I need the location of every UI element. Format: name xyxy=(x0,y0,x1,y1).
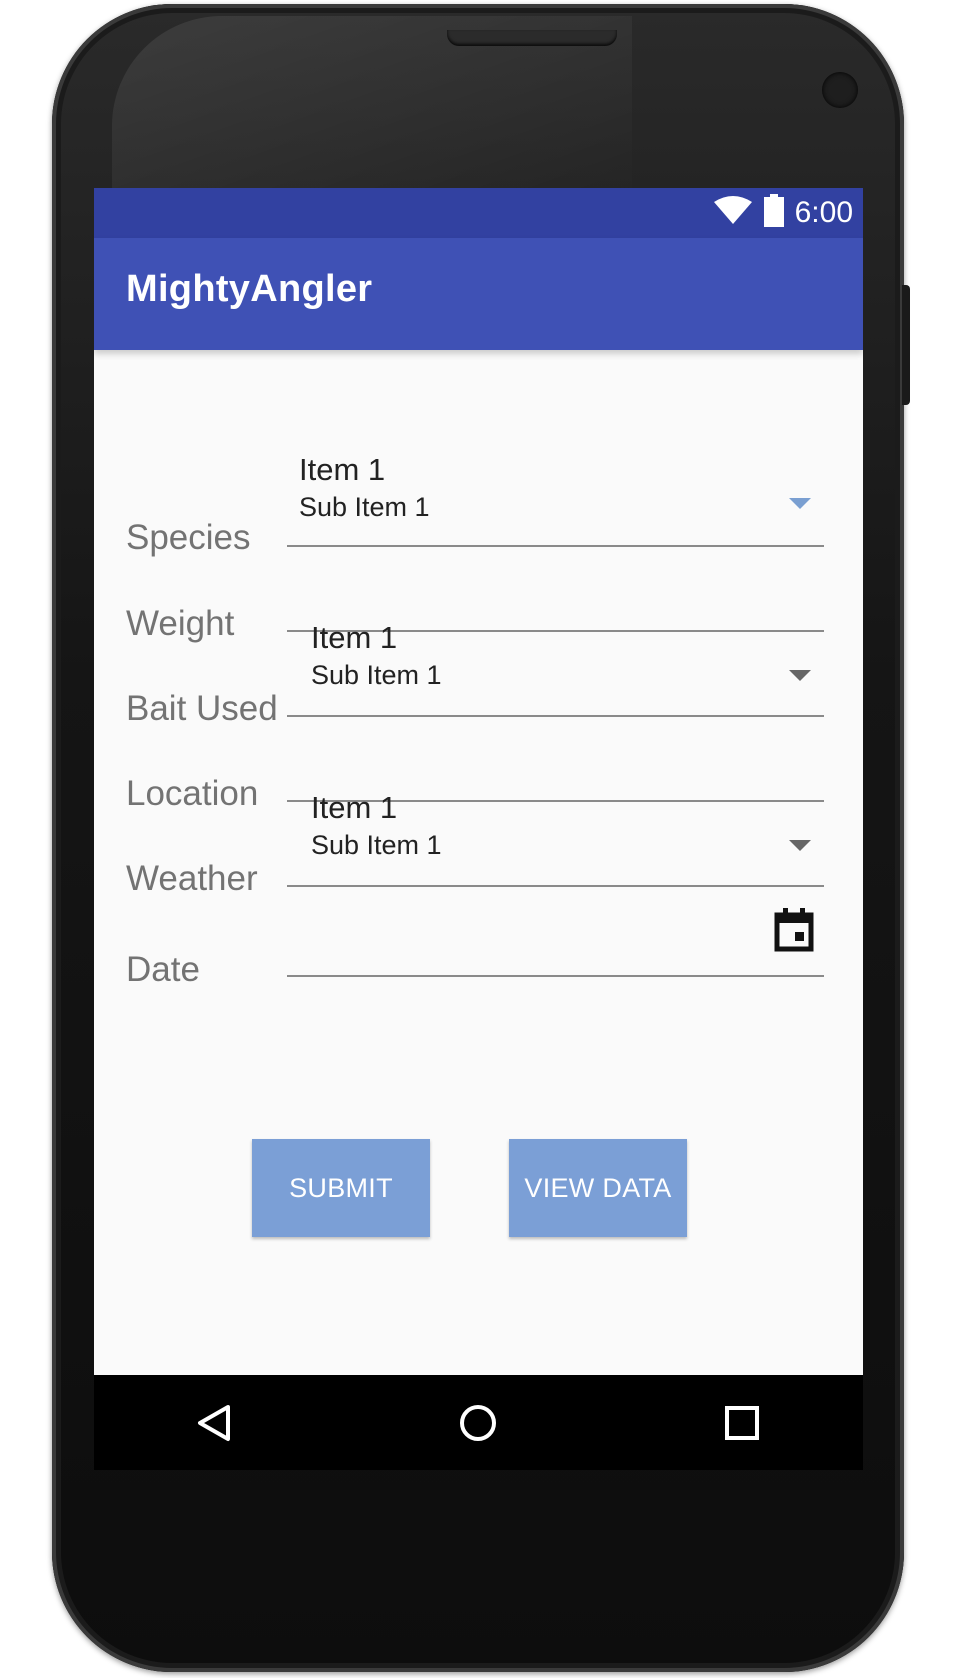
date-input[interactable] xyxy=(287,908,824,974)
weather-underline xyxy=(287,885,824,887)
status-icons: 6:00 xyxy=(713,188,853,238)
location-label: Location xyxy=(126,774,259,813)
view-data-button[interactable]: VIEW DATA xyxy=(509,1139,687,1237)
battery-icon xyxy=(763,193,785,233)
home-icon[interactable] xyxy=(458,1403,498,1448)
app-bar: MightyAngler xyxy=(94,238,863,350)
species-spinner-subitem: Sub Item 1 xyxy=(299,492,430,522)
weather-label: Weather xyxy=(126,859,258,898)
species-spinner[interactable]: Item 1 Sub Item 1 xyxy=(287,448,824,538)
status-time: 6:00 xyxy=(794,196,853,229)
species-underline xyxy=(287,545,824,547)
bait-used-label: Bait Used xyxy=(126,689,278,728)
weight-label: Weight xyxy=(126,604,235,643)
bait-dropdown-arrow-icon xyxy=(789,670,811,681)
location-input[interactable] xyxy=(287,738,824,798)
weight-input[interactable] xyxy=(287,568,824,628)
species-dropdown-arrow-icon xyxy=(789,498,811,509)
navigation-bar xyxy=(94,1375,863,1470)
bait-underline xyxy=(287,715,824,717)
status-bar: 6:00 xyxy=(94,188,863,238)
date-underline xyxy=(287,975,824,977)
app-title: MightyAngler xyxy=(126,268,373,310)
earpiece-speaker xyxy=(447,30,617,46)
date-label: Date xyxy=(126,950,200,989)
recents-icon[interactable] xyxy=(722,1403,762,1448)
weather-spinner[interactable]: Item 1 Sub Item 1 xyxy=(287,790,824,880)
weather-spinner-subitem: Sub Item 1 xyxy=(311,830,442,860)
weather-spinner-item: Item 1 xyxy=(311,790,398,825)
species-label: Species xyxy=(126,518,251,557)
species-spinner-item: Item 1 xyxy=(299,452,386,487)
bait-spinner-subitem: Sub Item 1 xyxy=(311,660,442,690)
back-icon[interactable] xyxy=(194,1403,234,1448)
calendar-icon[interactable] xyxy=(774,908,814,957)
bait-spinner[interactable]: Item 1 Sub Item 1 xyxy=(287,620,824,710)
weather-dropdown-arrow-icon xyxy=(789,840,811,851)
power-button xyxy=(902,285,910,405)
screen: 6:00 MightyAngler Species Item 1 Sub Ite… xyxy=(94,188,863,1470)
wifi-icon xyxy=(713,195,753,231)
front-camera xyxy=(822,72,858,108)
submit-button[interactable]: SUBMIT xyxy=(252,1139,430,1237)
bait-spinner-item: Item 1 xyxy=(311,620,398,655)
